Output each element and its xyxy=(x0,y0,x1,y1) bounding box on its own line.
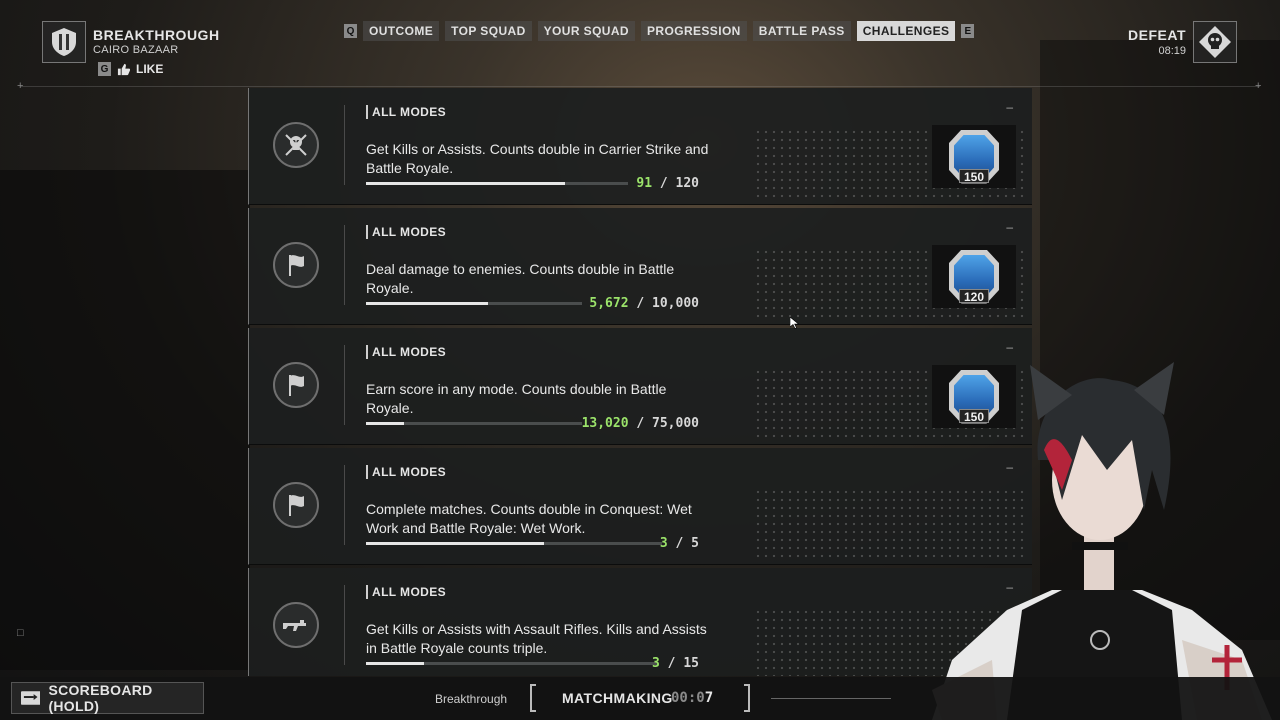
tab-your-squad[interactable]: YOUR SQUAD xyxy=(537,21,635,41)
progress-total: 10,000 xyxy=(652,296,699,311)
scoreboard-label: SCOREBOARD (HOLD) xyxy=(48,682,153,714)
tab-challenges[interactable]: CHALLENGES xyxy=(856,21,956,41)
like-keybind: G xyxy=(98,62,111,76)
match-time: 08:19 xyxy=(1158,45,1186,57)
progress-current: 91 xyxy=(636,176,653,191)
challenge-description: Get Kills or Assists. Counts double in C… xyxy=(366,141,709,176)
mouse-cursor-icon xyxy=(790,317,799,329)
matchmaking-progress-track xyxy=(771,698,891,699)
streamer-avatar xyxy=(932,362,1272,720)
progress-total: 5 xyxy=(691,536,699,551)
progress-bar-fill xyxy=(366,542,544,545)
progress-total: 120 xyxy=(675,176,699,191)
card-divider xyxy=(344,465,345,545)
progress-bar xyxy=(366,182,628,185)
reward-item[interactable]: 150 xyxy=(932,125,1016,188)
collapse-indicator[interactable]: – xyxy=(1006,340,1013,354)
progress-total: 75,000 xyxy=(652,416,699,431)
challenge-card[interactable]: ALL MODES Get Kills or Assists. Counts d… xyxy=(248,88,1032,205)
progress-bar xyxy=(366,662,658,665)
thumbs-up-icon xyxy=(117,63,130,75)
progress-current: 13,020 xyxy=(581,416,629,431)
card-divider xyxy=(344,225,345,305)
scoreboard-button[interactable]: SCOREBOARD (HOLD) xyxy=(11,682,204,714)
matchmaking-timer-dim: 00:0 xyxy=(671,690,705,706)
challenge-card[interactable]: ALL MODES Deal damage to enemies. Counts… xyxy=(248,208,1032,325)
card-divider xyxy=(344,105,345,185)
progress-bar xyxy=(366,302,582,305)
matchmaking-timer: 00:07 xyxy=(671,690,713,706)
next-tab-keybind[interactable]: E xyxy=(961,24,975,38)
hud-corner-mark: + xyxy=(17,80,24,92)
collapse-indicator[interactable]: – xyxy=(1006,220,1013,234)
progress-count: 5,672 / 10,000 xyxy=(589,296,699,311)
progress-count: 91 / 120 xyxy=(636,176,699,191)
hud-divider xyxy=(20,86,1260,87)
progress-bar-fill xyxy=(366,422,404,425)
progress-current: 3 xyxy=(659,536,668,551)
tab-outcome[interactable]: OUTCOME xyxy=(363,21,440,41)
card-divider xyxy=(344,585,345,665)
skull-crossed-rifles-icon xyxy=(285,134,307,156)
matchmaking-bracket-right xyxy=(744,684,750,712)
matchmaking-label: MATCHMAKING xyxy=(562,690,673,706)
progress-bar-fill xyxy=(366,302,488,305)
challenge-description: Complete matches. Counts double in Conqu… xyxy=(366,501,692,536)
challenge-emblem xyxy=(273,602,319,648)
flag-icon xyxy=(289,495,304,516)
flag-icon xyxy=(289,375,304,396)
challenge-description: Get Kills or Assists with Assault Rifles… xyxy=(366,621,707,656)
flag-icon xyxy=(289,255,304,276)
progress-count: 13,020 / 75,000 xyxy=(581,416,699,431)
game-mode-title: BREAKTHROUGH xyxy=(93,27,220,43)
skull-icon xyxy=(1199,26,1231,58)
match-result: DEFEAT 08:19 xyxy=(1128,27,1186,57)
challenge-emblem xyxy=(273,362,319,408)
hud-corner-mark: □ xyxy=(17,627,24,639)
tab-top-squad[interactable]: TOP SQUAD xyxy=(445,21,532,41)
collapse-indicator[interactable]: – xyxy=(1006,100,1013,114)
challenge-description: Earn score in any mode. Counts double in… xyxy=(366,381,667,416)
result-text: DEFEAT xyxy=(1128,27,1186,43)
challenge-mode: ALL MODES xyxy=(366,585,446,599)
matchmaking-timer-bright: 7 xyxy=(704,690,714,706)
game-mode-emblem xyxy=(42,21,86,63)
map-name: CAIRO BAZAAR xyxy=(93,44,179,56)
challenge-emblem xyxy=(273,242,319,288)
progress-count: 3 / 5 xyxy=(659,536,699,551)
matchmaking-bracket-left xyxy=(530,684,536,712)
progress-bar xyxy=(366,542,662,545)
progress-current: 5,672 xyxy=(589,296,629,311)
progress-total: 15 xyxy=(683,656,699,671)
hud-corner-mark: + xyxy=(1255,80,1262,92)
queue-mode: Breakthrough xyxy=(435,692,508,706)
shield-icon xyxy=(52,28,76,56)
tab-battle-pass[interactable]: BATTLE PASS xyxy=(752,21,851,41)
progress-count: 3 / 15 xyxy=(652,656,699,671)
challenge-description: Deal damage to enemies. Counts double in… xyxy=(366,261,675,296)
progress-bar-fill xyxy=(366,182,565,185)
prev-tab-keybind[interactable]: Q xyxy=(344,24,357,38)
assault-rifle-icon xyxy=(283,620,306,631)
challenge-mode: ALL MODES xyxy=(366,465,446,479)
progress-bar-fill xyxy=(366,662,424,665)
challenge-mode: ALL MODES xyxy=(366,225,446,239)
challenge-mode: ALL MODES xyxy=(366,105,446,119)
reward-amount: 150 xyxy=(959,169,989,184)
scoreboard-icon xyxy=(21,691,41,705)
progress-bar xyxy=(366,422,582,425)
progress-current: 3 xyxy=(652,656,660,671)
results-tab-bar: Q OUTCOME TOP SQUAD YOUR SQUAD PROGRESSI… xyxy=(344,21,975,41)
like-label: LIKE xyxy=(136,62,164,76)
like-button[interactable]: G LIKE xyxy=(98,62,163,76)
background-shadow xyxy=(0,170,250,670)
challenge-emblem xyxy=(273,482,319,528)
reward-item[interactable]: 120 xyxy=(932,245,1016,308)
reward-amount: 120 xyxy=(959,289,989,304)
card-divider xyxy=(344,345,345,425)
defeat-badge xyxy=(1193,21,1237,63)
challenge-emblem xyxy=(273,122,319,168)
tab-progression[interactable]: PROGRESSION xyxy=(641,21,747,41)
challenge-mode: ALL MODES xyxy=(366,345,446,359)
